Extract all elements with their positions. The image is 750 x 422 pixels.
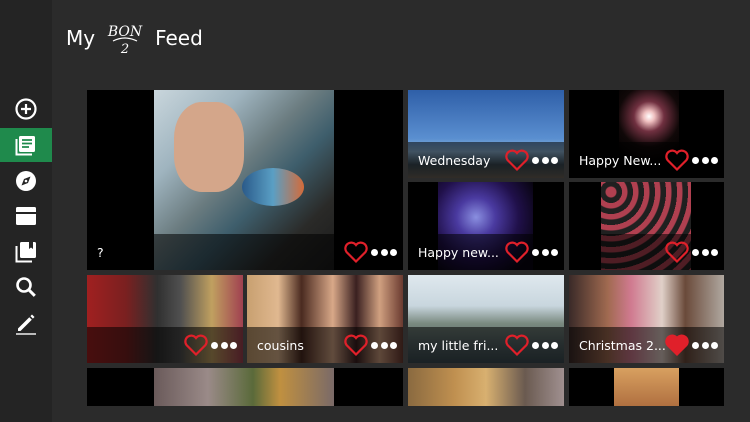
feed-tile[interactable] xyxy=(87,275,243,363)
heart-icon[interactable] xyxy=(664,240,690,264)
heart-icon-filled[interactable] xyxy=(664,333,690,357)
heart-icon[interactable] xyxy=(343,240,369,264)
tile-caption: Wednesday xyxy=(418,153,491,168)
feed-tile[interactable] xyxy=(569,368,724,406)
tile-caption: Happy New... xyxy=(579,153,662,168)
tile-photo xyxy=(614,368,679,406)
more-options-button[interactable] xyxy=(211,342,237,350)
more-options-button[interactable] xyxy=(371,342,397,350)
feed-tile[interactable]: my little fri... xyxy=(408,275,564,363)
more-options-button[interactable] xyxy=(692,249,718,257)
more-options-button[interactable] xyxy=(371,249,397,257)
feed-tile[interactable]: Wednesday xyxy=(408,90,564,178)
heart-icon[interactable] xyxy=(504,148,530,172)
tile-caption: my little fri... xyxy=(418,338,499,353)
heart-icon[interactable] xyxy=(504,240,530,264)
tile-photo xyxy=(154,368,334,406)
feed-tile[interactable]: cousins xyxy=(247,275,403,363)
bowl xyxy=(242,168,304,206)
feed-tile[interactable] xyxy=(408,368,564,406)
tile-caption: Christmas 2... xyxy=(579,338,666,353)
feed-grid: ? Wednesday Happy New... Happy new... co… xyxy=(0,0,750,422)
heart-icon[interactable] xyxy=(504,333,530,357)
face xyxy=(174,102,244,192)
heart-icon[interactable] xyxy=(343,333,369,357)
feed-tile[interactable] xyxy=(87,368,403,406)
more-options-button[interactable] xyxy=(532,157,558,165)
more-options-button[interactable] xyxy=(532,342,558,350)
tile-caption: cousins xyxy=(257,338,304,353)
feed-tile[interactable]: Christmas 2... xyxy=(569,275,724,363)
feed-tile[interactable]: Happy new... xyxy=(408,182,564,270)
feed-tile[interactable]: ? xyxy=(87,90,403,270)
tile-caption: ? xyxy=(97,245,104,260)
feed-tile[interactable] xyxy=(569,182,724,270)
heart-icon[interactable] xyxy=(664,148,690,172)
more-options-button[interactable] xyxy=(692,342,718,350)
tile-caption: Happy new... xyxy=(418,245,499,260)
tile-photo xyxy=(408,368,564,406)
feed-tile[interactable]: Happy New... xyxy=(569,90,724,178)
heart-icon[interactable] xyxy=(183,333,209,357)
more-options-button[interactable] xyxy=(692,157,718,165)
more-options-button[interactable] xyxy=(532,249,558,257)
